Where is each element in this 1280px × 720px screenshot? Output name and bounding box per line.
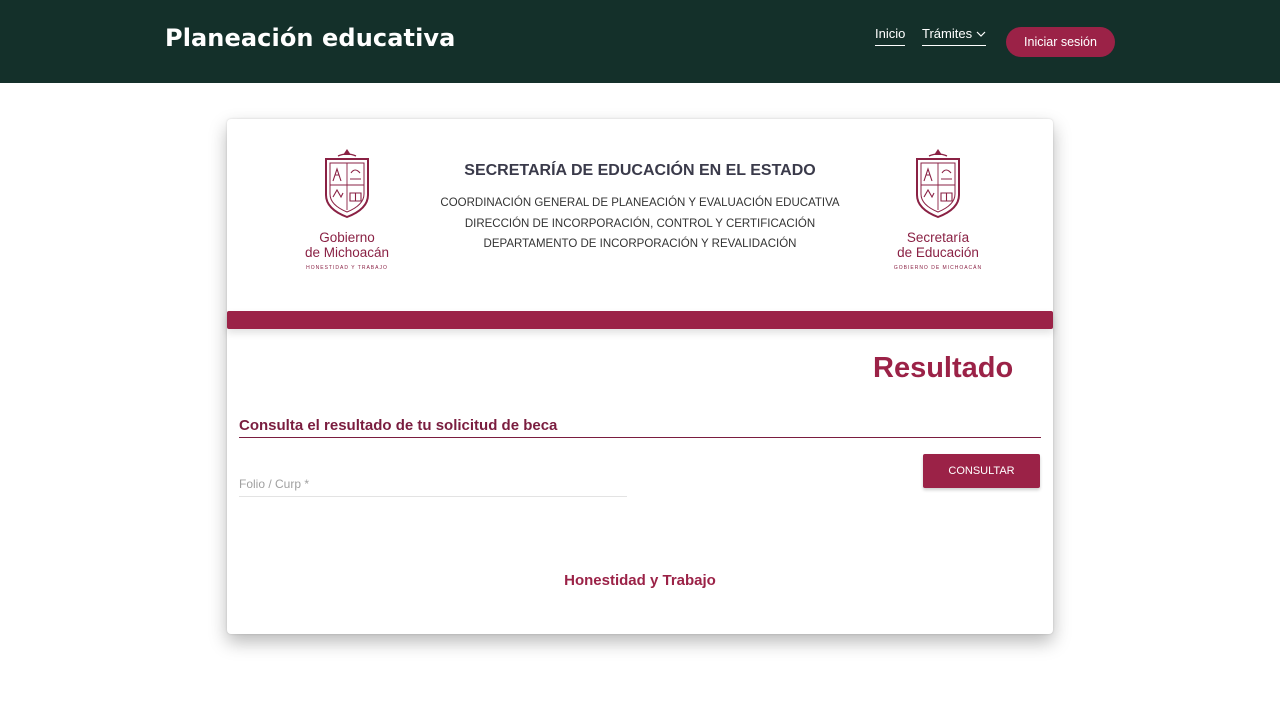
logo-right-tagline: GOBIERNO DE MICHOACÁN (893, 265, 983, 271)
section-title: Consulta el resultado de tu solicitud de… (239, 417, 1041, 438)
institution-heading: SECRETARÍA DE EDUCACIÓN EN EL ESTADO COO… (427, 162, 853, 255)
nav-inicio[interactable]: Inicio (875, 26, 906, 46)
institution-line-3: DEPARTAMENTO DE INCORPORACIÓN Y REVALIDA… (483, 238, 797, 250)
logo-gobierno-michoacan: Gobierno de Michoacán HONESTIDAD Y TRABA… (287, 147, 407, 271)
logo-left-line2: de Michoacán (304, 245, 390, 260)
login-button[interactable]: Iniciar sesión (1006, 27, 1115, 57)
logo-right-name: Secretaría de Educación (897, 230, 979, 260)
page-title: Resultado (873, 352, 1014, 384)
header-divider-band (227, 311, 1053, 329)
coat-of-arms-icon (324, 147, 370, 224)
folio-curp-input[interactable] (239, 471, 627, 497)
logo-left-tagline: HONESTIDAD Y TRABAJO (306, 265, 388, 271)
logo-secretaria-educacion: Secretaría de Educación GOBIERNO DE MICH… (883, 147, 993, 271)
chevron-down-icon (976, 31, 986, 37)
nav-tramites[interactable]: Trámites (922, 26, 987, 46)
top-navbar: Planeación educativa Inicio Trámites Ini… (0, 0, 1280, 83)
logo-right-line1: Secretaría (906, 230, 970, 245)
consultar-button[interactable]: CONSULTAR (923, 454, 1040, 488)
logo-right-line2: de Educación (897, 245, 979, 260)
nav-tramites-label: Trámites (922, 26, 973, 41)
institution-line-2: DIRECCIÓN DE INCORPORACIÓN, CONTROL Y CE… (464, 217, 816, 230)
footer-motto: Honestidad y Trabajo (564, 572, 716, 589)
institution-line-1: COORDINACIÓN GENERAL DE PLANEACIÓN Y EVA… (440, 197, 840, 209)
main-card: Gobierno de Michoacán HONESTIDAD Y TRABA… (227, 119, 1053, 634)
brand-title[interactable]: Planeación educativa (165, 24, 455, 52)
logo-left-line1: Gobierno (319, 230, 375, 245)
institution-title: SECRETARÍA DE EDUCACIÓN EN EL ESTADO (464, 162, 816, 179)
logo-left-name: Gobierno de Michoacán (305, 230, 389, 260)
coat-of-arms-icon (915, 147, 961, 224)
